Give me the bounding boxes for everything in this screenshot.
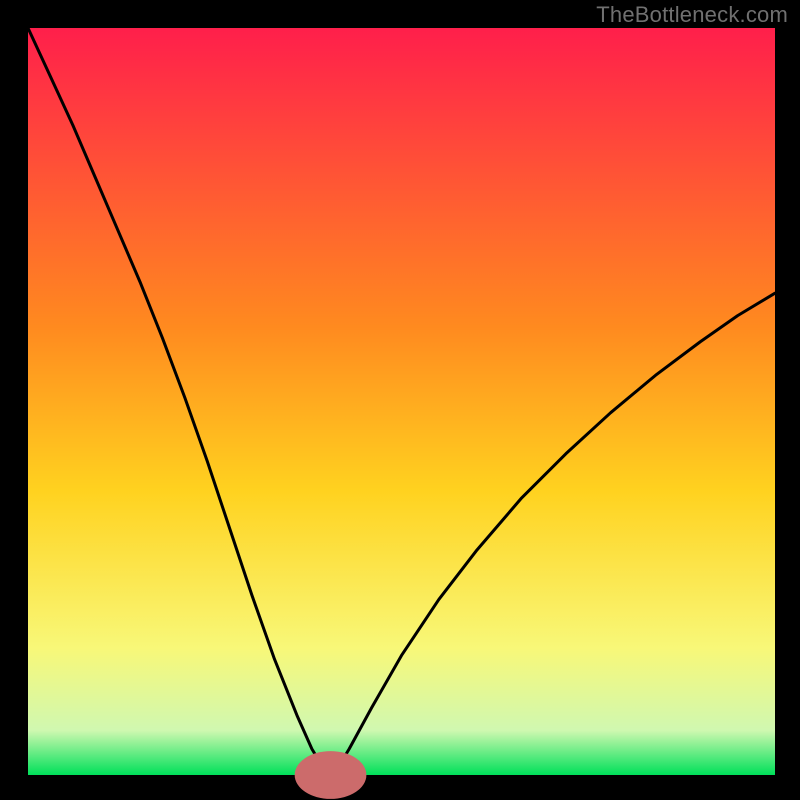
- watermark-label: TheBottleneck.com: [596, 2, 788, 28]
- bottleneck-chart: [0, 0, 800, 800]
- plot-background: [28, 28, 775, 775]
- chart-container: TheBottleneck.com: [0, 0, 800, 800]
- optimum-marker: [295, 751, 367, 799]
